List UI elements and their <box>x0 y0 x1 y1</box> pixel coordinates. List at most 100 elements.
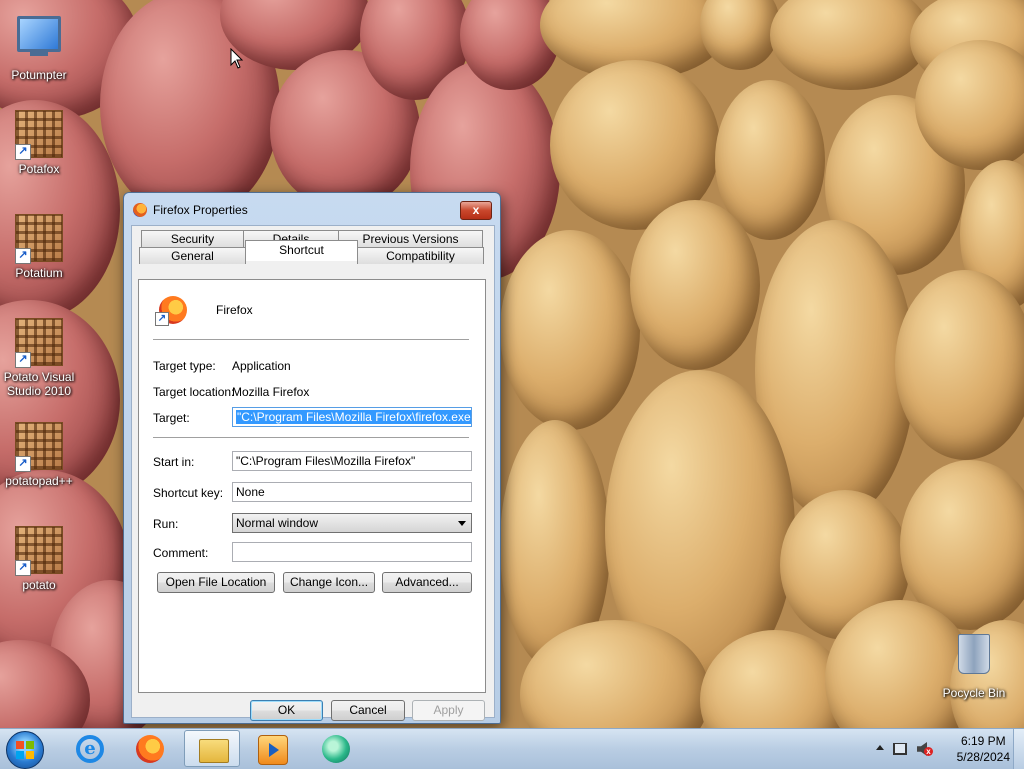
chevron-down-icon <box>458 521 466 526</box>
wallpaper-potato <box>700 0 780 70</box>
taskbar-firefox[interactable] <box>122 730 178 767</box>
desktop-icon-potatopad[interactable]: ↗ potatopad++ <box>0 422 79 488</box>
internet-explorer-icon: e <box>76 735 104 763</box>
target-location-label: Target location: <box>153 385 235 399</box>
run-select[interactable]: Normal window <box>232 513 472 533</box>
desktop-icon-potumpter[interactable]: Potumpter <box>0 10 79 82</box>
browser-globe-icon <box>322 735 350 763</box>
potato-shortcut-icon: ↗ <box>15 526 63 576</box>
potato-shortcut-icon: ↗ <box>15 422 63 472</box>
start-in-input-value: "C:\Program Files\Mozilla Firefox" <box>236 454 416 468</box>
firefox-icon <box>133 203 147 217</box>
shortcut-tab-panel: ↗ Firefox Target type: Application Targe… <box>138 279 486 693</box>
close-icon: x <box>472 203 480 217</box>
desktop-icon-potatium[interactable]: ↗ Potatium <box>0 214 79 280</box>
taskbar-browser[interactable] <box>308 730 364 767</box>
wallpaper-potato <box>770 0 930 90</box>
cancel-button[interactable]: Cancel <box>331 700 405 721</box>
shortcut-arrow-icon: ↗ <box>15 560 31 576</box>
target-input[interactable]: "C:\Program Files\Mozilla Firefox\firefo… <box>232 407 472 427</box>
windows-logo-icon <box>16 741 34 759</box>
desktop-icon-label: Pocycle Bin <box>942 686 1006 700</box>
divider <box>153 437 469 439</box>
start-in-input[interactable]: "C:\Program Files\Mozilla Firefox" <box>232 451 472 471</box>
shortcut-arrow-icon: ↗ <box>15 352 31 368</box>
advanced-button[interactable]: Advanced... <box>382 572 472 593</box>
apply-button[interactable]: Apply <box>412 700 485 721</box>
firefox-properties-dialog: Firefox Properties x Security Details Pr… <box>123 192 501 724</box>
tab-compatibility[interactable]: Compatibility <box>357 247 484 264</box>
computer-icon <box>15 16 63 64</box>
start-button[interactable] <box>6 731 44 769</box>
clock-date: 5/28/2024 <box>956 750 1010 764</box>
shortcut-key-input[interactable]: None <box>232 482 472 502</box>
run-select-value: Normal window <box>236 516 319 530</box>
desktop-icon-potato[interactable]: ↗ potato <box>0 526 79 592</box>
system-tray: x 6:19 PM 5/28/2024 <box>864 729 1024 769</box>
mute-indicator-icon: x <box>924 747 933 756</box>
shortcut-arrow-icon: ↗ <box>15 456 31 472</box>
desktop-icon-potato-visual-studio[interactable]: ↗ Potato Visual Studio 2010 <box>0 318 79 398</box>
taskbar-file-explorer[interactable] <box>184 730 240 767</box>
clock-time: 6:19 PM <box>960 734 1006 748</box>
desktop-icon-label: Potatium <box>15 266 63 280</box>
tab-security[interactable]: Security <box>141 230 244 247</box>
change-icon-button[interactable]: Change Icon... <box>283 572 375 593</box>
taskbar-internet-explorer[interactable]: e <box>62 730 118 767</box>
firefox-icon: ↗ <box>155 296 187 326</box>
target-type-label: Target type: <box>153 359 216 373</box>
recycle-bin-icon <box>950 634 998 682</box>
divider <box>153 339 469 341</box>
network-icon[interactable] <box>893 743 907 755</box>
media-player-icon <box>258 735 288 765</box>
tab-label: General <box>171 249 214 263</box>
shortcut-name: Firefox <box>216 303 253 317</box>
shortcut-arrow-icon: ↗ <box>155 312 169 326</box>
taskbar-media-player[interactable] <box>244 730 300 767</box>
file-explorer-icon <box>199 739 229 763</box>
taskbar: e x 6:19 PM 5/28/2024 <box>0 728 1024 769</box>
desktop-icon-label: potatopad++ <box>5 474 73 488</box>
target-location-value: Mozilla Firefox <box>232 385 310 399</box>
target-type-value: Application <box>232 359 291 373</box>
wallpaper-potato <box>500 230 640 430</box>
desktop-icon-label: Potafox <box>18 162 60 176</box>
dialog-client-area: Security Details Previous Versions Gener… <box>131 225 495 721</box>
desktop-icon-potafox[interactable]: ↗ Potafox <box>0 110 79 176</box>
desktop-icon-recycle-bin[interactable]: Pocycle Bin <box>934 630 1014 700</box>
tab-general[interactable]: General <box>139 247 246 264</box>
tab-shortcut[interactable]: Shortcut <box>245 240 358 261</box>
target-label: Target: <box>153 411 190 425</box>
dialog-title: Firefox Properties <box>153 203 248 217</box>
start-in-label: Start in: <box>153 455 195 469</box>
potato-shortcut-icon: ↗ <box>15 110 63 160</box>
shortcut-key-input-value: None <box>236 485 265 499</box>
tab-label: Security <box>170 232 215 246</box>
dialog-titlebar[interactable]: Firefox Properties x <box>124 193 500 227</box>
tab-label: Shortcut <box>279 243 324 257</box>
show-desktop-button[interactable] <box>1013 729 1024 769</box>
clock[interactable]: 6:19 PM 5/28/2024 <box>957 733 1010 765</box>
desktop-icon-label: potato <box>22 578 56 592</box>
potato-shortcut-icon: ↗ <box>15 214 63 264</box>
target-input-value: "C:\Program Files\Mozilla Firefox\firefo… <box>236 410 471 424</box>
run-label: Run: <box>153 517 179 531</box>
ok-button[interactable]: OK <box>250 700 323 721</box>
tab-label: Previous Versions <box>362 232 459 246</box>
comment-label: Comment: <box>153 546 209 560</box>
shortcut-arrow-icon: ↗ <box>15 248 31 264</box>
show-hidden-icons-icon[interactable] <box>876 745 884 750</box>
shortcut-key-label: Shortcut key: <box>153 486 224 500</box>
desktop-icon-label: Potato Visual Studio 2010 <box>3 370 75 398</box>
wallpaper-potato <box>895 270 1024 460</box>
potato-shortcut-icon: ↗ <box>15 318 63 368</box>
open-file-location-button[interactable]: Open File Location <box>157 572 275 593</box>
close-button[interactable]: x <box>460 201 492 220</box>
firefox-icon <box>136 735 164 763</box>
desktop-icon-label: Potumpter <box>11 68 67 82</box>
tab-label: Compatibility <box>386 249 455 263</box>
shortcut-arrow-icon: ↗ <box>15 144 31 160</box>
wallpaper-potato <box>630 200 760 370</box>
tab-previous-versions[interactable]: Previous Versions <box>338 230 483 247</box>
comment-input[interactable] <box>232 542 472 562</box>
